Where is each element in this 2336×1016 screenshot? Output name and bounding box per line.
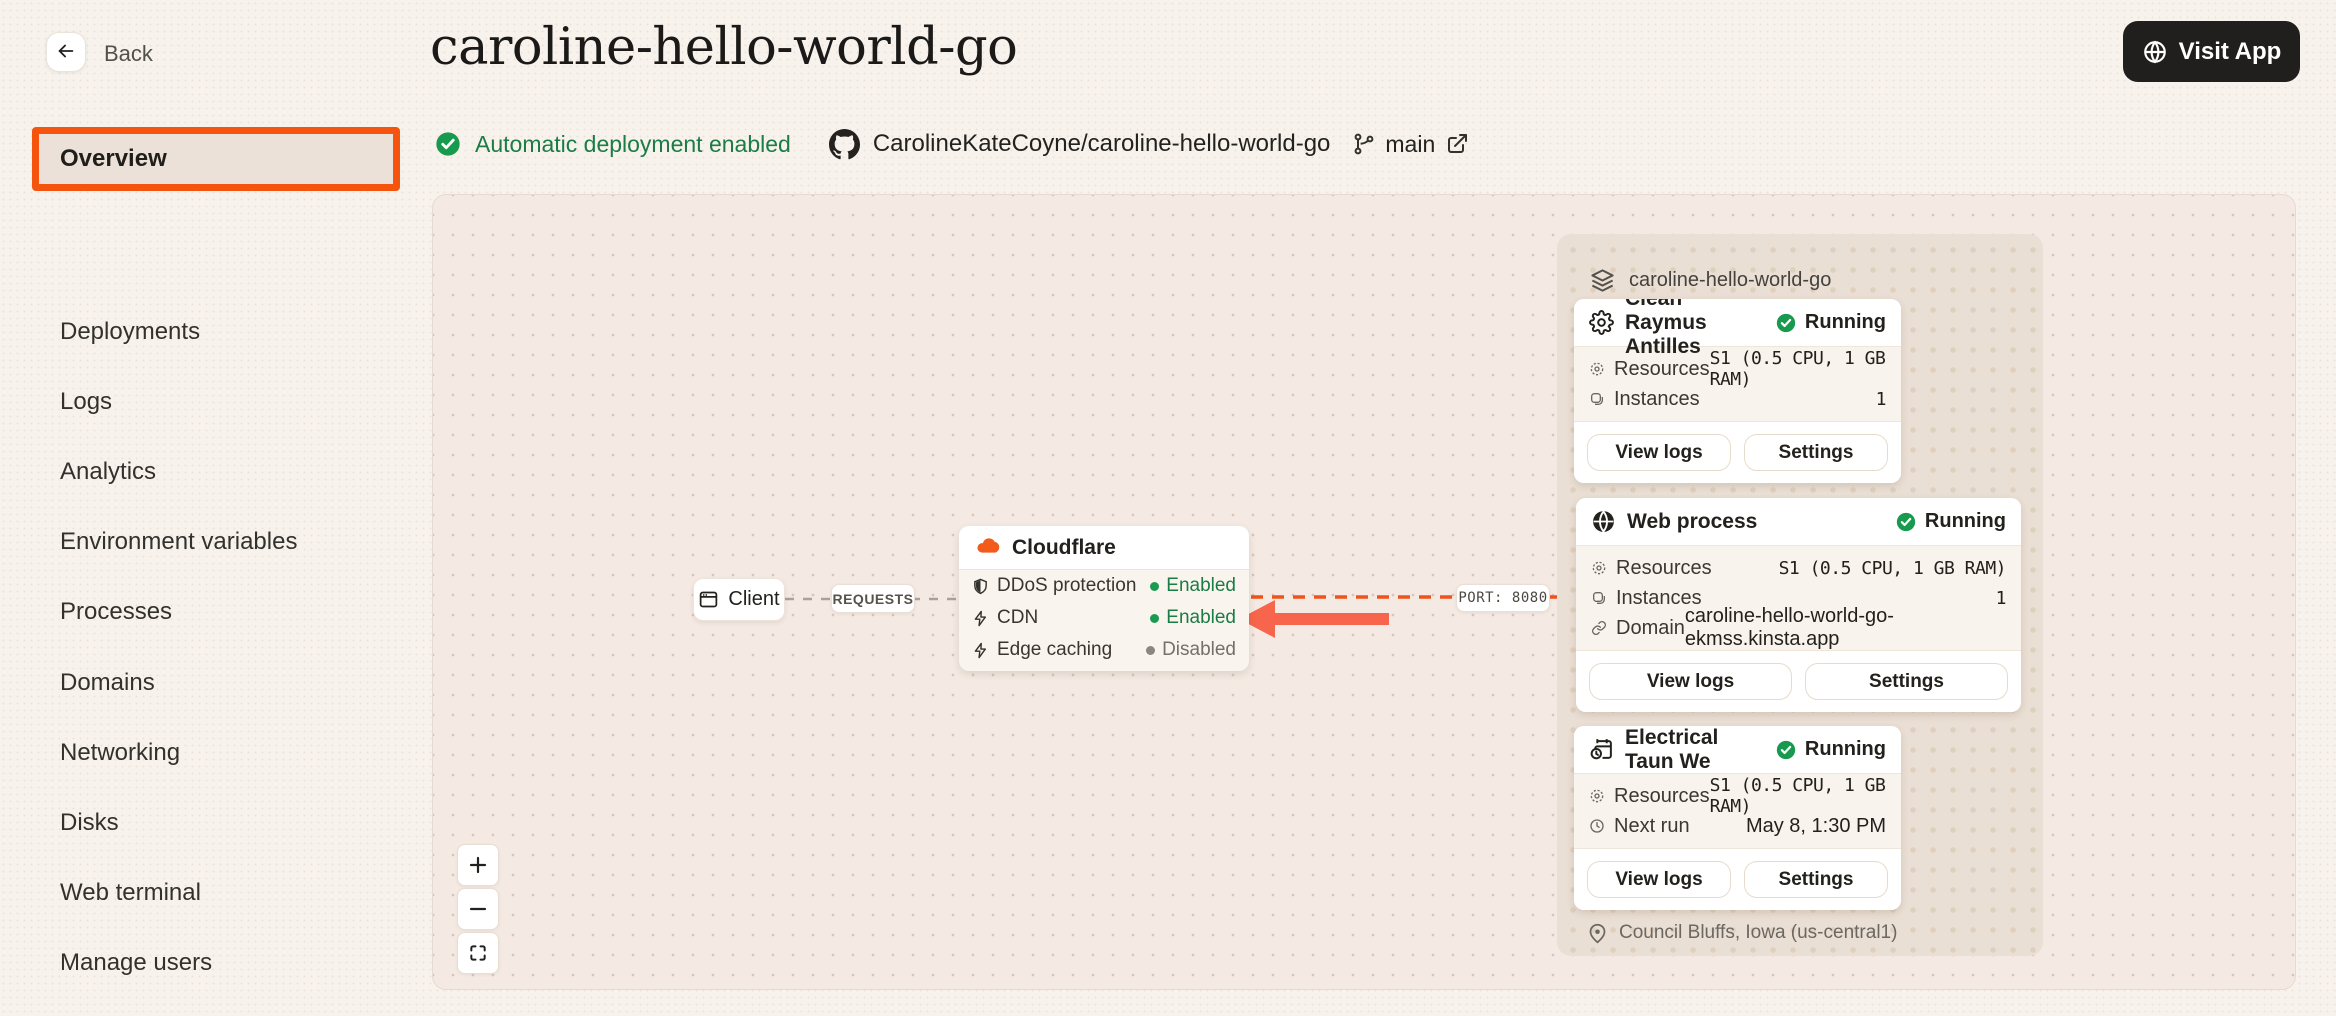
github-icon (829, 129, 860, 160)
fullscreen-icon (468, 943, 488, 963)
sidebar-item-overview[interactable]: Overview (32, 127, 400, 191)
card-row: Resources S1 (0.5 CPU, 1 GB RAM) (1589, 354, 1886, 384)
next-run-value: May 8, 1:30 PM (1746, 815, 1886, 838)
repo-link[interactable]: CarolineKateCoyne/caroline-hello-world-g… (873, 130, 1331, 158)
status-dot (1146, 646, 1155, 655)
visit-app-button[interactable]: Visit App (2123, 21, 2300, 82)
settings-button[interactable]: Settings (1744, 434, 1888, 471)
sidebar-item-domains[interactable]: Domains (60, 667, 155, 699)
sidebar-item-analytics[interactable]: Analytics (60, 456, 156, 488)
external-link-icon[interactable] (1445, 132, 1469, 156)
process-card-clean-raymus-antilles[interactable]: Clean Raymus Antilles Running Resources … (1574, 299, 1901, 483)
process-card-web-process[interactable]: Web process Running Resources S1 (0.5 CP… (1576, 498, 2021, 712)
view-logs-button[interactable]: View logs (1587, 861, 1731, 898)
zoom-controls (457, 844, 499, 974)
instances-icon (1589, 391, 1605, 407)
minus-icon (466, 897, 490, 921)
client-label: Client (728, 588, 779, 611)
status-dot (1150, 614, 1159, 623)
globe-icon (1591, 509, 1616, 534)
resources-icon (1591, 560, 1607, 576)
fit-view-button[interactable] (457, 932, 499, 974)
red-arrow-annotation (1239, 600, 1389, 638)
cloudflare-row: DDoS protection Enabled (959, 570, 1249, 602)
process-title: Electrical Taun We (1625, 726, 1753, 774)
group-title: caroline-hello-world-go (1629, 269, 1831, 292)
resources-icon (1589, 361, 1605, 377)
branch-name: main (1385, 131, 1435, 158)
card-row: Resources S1 (0.5 CPU, 1 GB RAM) (1591, 553, 2006, 583)
settings-button[interactable]: Settings (1805, 663, 2008, 700)
instances-icon (1591, 590, 1607, 606)
bolt-icon (972, 642, 989, 659)
settings-button[interactable]: Settings (1744, 861, 1888, 898)
view-logs-button[interactable]: View logs (1587, 434, 1731, 471)
cloudflare-row: Edge caching Disabled (959, 634, 1249, 666)
back-button[interactable] (46, 32, 86, 72)
map-pin-icon (1587, 923, 1608, 944)
sidebar-item-processes[interactable]: Processes (60, 596, 172, 628)
calendar-clock-icon (1589, 737, 1614, 762)
page-title: caroline-hello-world-go (430, 18, 1017, 77)
cloudflare-cloud-icon (974, 534, 1001, 561)
sidebar-item-networking[interactable]: Networking (60, 737, 180, 769)
sidebar-item-manage-users[interactable]: Manage users (60, 947, 212, 979)
port-edge-label: PORT: 8080 (1456, 584, 1550, 612)
datacenter-location: Council Bluffs, Iowa (us-central1) (1587, 922, 1897, 944)
visit-app-label: Visit App (2179, 38, 2282, 66)
shield-icon (972, 578, 989, 595)
cloudflare-node[interactable]: Cloudflare DDoS protection Enabled CDN E… (959, 526, 1249, 671)
client-node[interactable]: Client (693, 578, 785, 621)
topology-canvas[interactable]: Client REQUESTS Cloudflare DDoS protecti… (432, 194, 2296, 990)
cloudflare-row: CDN Enabled (959, 602, 1249, 634)
sidebar-item-disks[interactable]: Disks (60, 807, 119, 839)
resources-icon (1589, 788, 1605, 804)
process-title: Web process (1627, 510, 1757, 534)
back-label: Back (104, 41, 153, 67)
status-badge: Running (1775, 738, 1886, 761)
browser-icon (698, 589, 719, 610)
status-badge: Running (1775, 311, 1886, 334)
card-row: Resources S1 (0.5 CPU, 1 GB RAM) (1589, 781, 1886, 811)
link-icon (1591, 620, 1607, 636)
bolt-icon (972, 610, 989, 627)
sidebar-item-logs[interactable]: Logs (60, 386, 112, 418)
check-circle-icon (434, 130, 462, 158)
process-card-electrical-taun-we[interactable]: Electrical Taun We Running Resources S1 … (1574, 726, 1901, 910)
domain-value: caroline-hello-world-go-ekmss.kinsta.app (1685, 605, 2006, 651)
git-branch-icon (1352, 132, 1376, 156)
globe-icon (2142, 39, 2168, 65)
deployment-status: Automatic deployment enabled (475, 131, 791, 158)
clock-icon (1589, 818, 1605, 834)
sidebar-item-web-terminal[interactable]: Web terminal (60, 877, 201, 909)
cloudflare-title: Cloudflare (1012, 536, 1116, 560)
layers-icon (1589, 267, 1616, 294)
sidebar-item-environment-variables[interactable]: Environment variables (60, 526, 297, 558)
status-dot (1150, 582, 1159, 591)
plus-icon (466, 853, 490, 877)
status-badge: Running (1895, 510, 2006, 533)
app-group-panel: caroline-hello-world-go Clean Raymus Ant… (1557, 234, 2043, 956)
zoom-in-button[interactable] (457, 844, 499, 886)
arrow-left-icon (55, 40, 77, 65)
gear-icon (1589, 310, 1614, 335)
sidebar-item-deployments[interactable]: Deployments (60, 316, 200, 348)
zoom-out-button[interactable] (457, 888, 499, 930)
view-logs-button[interactable]: View logs (1589, 663, 1792, 700)
status-bar: Automatic deployment enabled CarolineKat… (434, 128, 1469, 160)
card-row: Domain caroline-hello-world-go-ekmss.kin… (1591, 613, 2006, 643)
requests-edge-label: REQUESTS (831, 584, 915, 613)
